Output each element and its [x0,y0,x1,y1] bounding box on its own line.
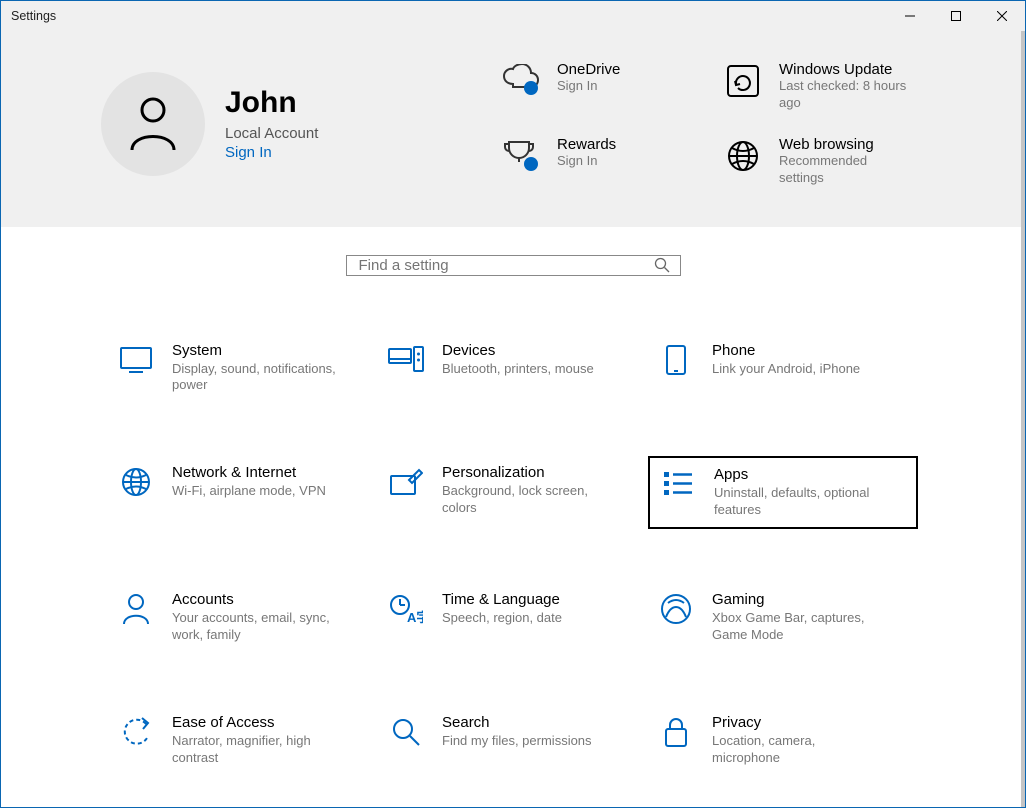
rewards-icon [501,136,541,176]
hero-rewards[interactable]: RewardsSign In [501,136,713,187]
category-subtitle: Bluetooth, printers, mouse [442,361,594,378]
window-title: Settings [11,9,56,23]
category-subtitle: Xbox Game Bar, captures, Game Mode [712,610,882,644]
category-subtitle: Your accounts, email, sync, work, family [172,610,342,644]
category-ease[interactable]: Ease of Access Narrator, magnifier, high … [108,706,378,775]
category-title: Devices [442,342,594,359]
category-subtitle: Uninstall, defaults, optional features [714,485,884,519]
category-grid: System Display, sound, notifications, pow… [108,334,918,807]
category-privacy[interactable]: Privacy Location, camera, microphone [648,706,918,775]
globe-icon [723,136,763,176]
hero-windows-update[interactable]: Windows UpdateLast checked: 8 hours ago [723,61,935,112]
main-body: System Display, sound, notifications, pow… [1,227,1025,807]
category-title: Accounts [172,591,342,608]
hero-link-sub: Last checked: 8 hours ago [779,78,909,112]
category-title: Apps [714,466,884,483]
category-subtitle: Background, lock screen, colors [442,483,612,517]
category-personalization[interactable]: Personalization Background, lock screen, … [378,456,648,529]
hero-links: OneDriveSign In Windows UpdateLast check… [501,61,935,187]
cloud-icon [501,61,541,101]
category-title: Search [442,714,592,731]
category-title: Personalization [442,464,612,481]
hero-panel: John Local Account Sign In OneDriveSign … [1,31,1025,227]
category-phone[interactable]: Phone Link your Android, iPhone [648,334,918,403]
personalization-icon [388,464,424,500]
sign-in-link[interactable]: Sign In [225,144,318,161]
category-system[interactable]: System Display, sound, notifications, pow… [108,334,378,403]
scrollbar[interactable] [1021,31,1025,807]
hero-link-title: Rewards [557,136,616,153]
search-input[interactable] [357,256,654,275]
hero-web-browsing[interactable]: Web browsingRecommended settings [723,136,935,187]
category-devices[interactable]: Devices Bluetooth, printers, mouse [378,334,648,403]
category-time[interactable]: A字 Time & Language Speech, region, date [378,583,648,652]
search-icon [388,714,424,750]
gaming-icon [658,591,694,627]
category-apps[interactable]: Apps Uninstall, defaults, optional featur… [648,456,918,529]
user-block: John Local Account Sign In [101,61,461,187]
accounts-icon [118,591,154,627]
privacy-icon [658,714,694,750]
update-icon [723,61,763,101]
time-icon: A字 [388,591,424,627]
category-subtitle: Link your Android, iPhone [712,361,860,378]
maximize-button[interactable] [933,1,979,31]
hero-link-sub: Sign In [557,78,620,95]
hero-link-title: OneDrive [557,61,620,78]
category-gaming[interactable]: Gaming Xbox Game Bar, captures, Game Mode [648,583,918,652]
category-subtitle: Find my files, permissions [442,733,592,750]
devices-icon [388,342,424,378]
hero-link-sub: Recommended settings [779,153,909,187]
svg-text:A字: A字 [407,610,423,624]
category-network[interactable]: Network & Internet Wi-Fi, airplane mode, … [108,456,378,529]
titlebar: Settings [1,1,1025,31]
minimize-button[interactable] [887,1,933,31]
hero-link-title: Web browsing [779,136,909,153]
category-title: Ease of Access [172,714,342,731]
category-accounts[interactable]: Accounts Your accounts, email, sync, work… [108,583,378,652]
category-subtitle: Narrator, magnifier, high contrast [172,733,342,767]
hero-link-title: Windows Update [779,61,909,78]
user-name: John [225,86,318,119]
hero-onedrive[interactable]: OneDriveSign In [501,61,713,112]
category-title: Time & Language [442,591,562,608]
hero-link-sub: Sign In [557,153,616,170]
ease-icon [118,714,154,750]
apps-icon [660,466,696,502]
network-icon [118,464,154,500]
category-subtitle: Speech, region, date [442,610,562,627]
category-title: Privacy [712,714,882,731]
search-icon [654,257,670,273]
account-type: Local Account [225,125,318,142]
search-box[interactable] [346,255,681,276]
close-button[interactable] [979,1,1025,31]
person-icon [128,96,178,152]
category-title: Network & Internet [172,464,326,481]
category-subtitle: Wi-Fi, airplane mode, VPN [172,483,326,500]
category-title: Phone [712,342,860,359]
avatar [101,72,205,176]
category-subtitle: Display, sound, notifications, power [172,361,342,395]
category-subtitle: Location, camera, microphone [712,733,882,767]
category-title: Gaming [712,591,882,608]
category-title: System [172,342,342,359]
system-icon [118,342,154,378]
phone-icon [658,342,694,378]
category-search[interactable]: Search Find my files, permissions [378,706,648,775]
